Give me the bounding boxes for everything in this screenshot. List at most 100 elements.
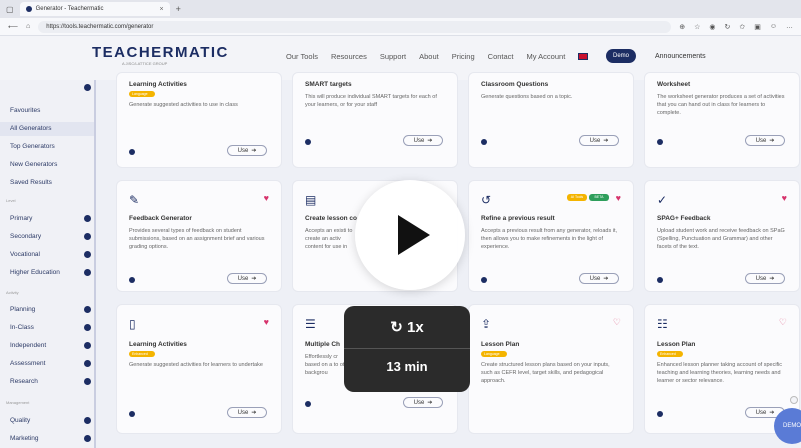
nav-our-tools[interactable]: Our Tools <box>286 52 318 61</box>
nav-contact[interactable]: Contact <box>488 52 514 61</box>
info-icon[interactable] <box>129 149 135 155</box>
info-icon[interactable] <box>657 411 663 417</box>
use-button[interactable]: Use ➔ <box>227 145 267 156</box>
sidebar-item-research[interactable]: Research <box>10 378 38 385</box>
generator-card[interactable]: Worksheet The worksheet generator produc… <box>644 72 800 168</box>
window-icon[interactable]: ▢ <box>6 5 14 14</box>
sidebar-item-top-generators[interactable]: Top Generators <box>10 143 55 150</box>
collections-icon[interactable]: ▣ <box>754 23 761 31</box>
generator-card[interactable]: ✓ ♥ SPAG+ Feedback Upload student work a… <box>644 180 800 292</box>
toggle-icon[interactable] <box>84 324 91 331</box>
favorites-icon[interactable]: ✩ <box>739 23 745 31</box>
new-tab-icon[interactable]: + <box>176 4 181 14</box>
sidebar-item-saved-results[interactable]: Saved Results <box>10 179 52 186</box>
info-icon[interactable] <box>129 411 135 417</box>
use-button[interactable]: Use ➔ <box>745 135 785 146</box>
info-icon[interactable] <box>657 277 663 283</box>
generator-card[interactable]: ↺ AI Tools BETA ♥ Refine a previous resu… <box>468 180 634 292</box>
sidebar-item-quality[interactable]: Quality <box>10 417 30 424</box>
video-info-panel[interactable]: ↻ 1x 13 min <box>344 306 470 392</box>
sidebar-item-higher-education[interactable]: Higher Education <box>10 269 60 276</box>
generator-card[interactable]: SMART targets This will produce individu… <box>292 72 458 168</box>
heart-icon[interactable]: ♡ <box>779 317 787 328</box>
use-button[interactable]: Use ➔ <box>227 407 267 418</box>
heart-icon[interactable]: ♥ <box>264 193 269 203</box>
sidebar-item-all-generators[interactable]: All Generators <box>0 122 94 136</box>
profile-icon[interactable]: ☺ <box>770 23 777 31</box>
collapse-icon[interactable] <box>84 84 91 91</box>
sidebar-item-assessment[interactable]: Assessment <box>10 360 45 367</box>
use-button[interactable]: Use ➔ <box>745 273 785 284</box>
use-button[interactable]: Use ➔ <box>579 273 619 284</box>
nav-resources[interactable]: Resources <box>331 52 367 61</box>
toggle-icon[interactable] <box>84 306 91 313</box>
info-icon[interactable] <box>481 277 487 283</box>
info-icon[interactable] <box>129 277 135 283</box>
sidebar-item-new-generators[interactable]: New Generators <box>10 161 57 168</box>
announcements-link[interactable]: Announcements <box>655 53 706 60</box>
toggle-icon[interactable] <box>84 417 91 424</box>
list-icon: ☰ <box>305 317 316 331</box>
play-button[interactable] <box>355 180 465 290</box>
heart-icon[interactable]: ♡ <box>613 317 621 328</box>
generator-card[interactable]: ▯ ♥ Learning Activities Enhanced Generat… <box>116 304 282 434</box>
toggle-icon[interactable] <box>84 233 91 240</box>
use-button[interactable]: Use ➔ <box>227 273 267 284</box>
url-field[interactable]: https://tools.teachermatic.com/generator <box>38 20 672 33</box>
nav-support[interactable]: Support <box>380 52 406 61</box>
card-description: Accepts an existi to create an activ con… <box>305 228 353 250</box>
playback-speed[interactable]: ↻ 1x <box>344 318 470 336</box>
info-icon[interactable] <box>305 139 311 145</box>
toggle-icon[interactable] <box>84 360 91 367</box>
info-icon[interactable] <box>657 139 663 145</box>
generator-card[interactable]: Learning Activities Language Generate su… <box>116 72 282 168</box>
address-bar: ⟵ ⌂ https://tools.teachermatic.com/gener… <box>0 18 801 36</box>
sidebar-item-secondary[interactable]: Secondary <box>10 233 41 240</box>
toggle-icon[interactable] <box>84 342 91 349</box>
toggle-icon[interactable] <box>84 269 91 276</box>
more-icon[interactable]: … <box>786 23 793 31</box>
heart-icon[interactable]: ♥ <box>782 193 787 203</box>
use-button[interactable]: Use ➔ <box>403 397 443 408</box>
star-icon[interactable]: ☆ <box>694 23 700 31</box>
heart-icon[interactable]: ♥ <box>616 193 621 203</box>
heart-icon[interactable]: ♥ <box>264 317 269 327</box>
scroll-handle[interactable] <box>790 396 798 404</box>
toggle-icon[interactable] <box>84 215 91 222</box>
arrow-right-icon: ➔ <box>251 410 257 416</box>
toggle-icon[interactable] <box>84 378 91 385</box>
close-icon[interactable]: × <box>159 6 163 13</box>
check-icon: ✓ <box>657 193 668 207</box>
demo-button[interactable]: Demo <box>606 49 636 63</box>
toggle-icon[interactable] <box>84 435 91 442</box>
sidebar-item-primary[interactable]: Primary <box>10 215 32 222</box>
info-icon[interactable] <box>481 139 487 145</box>
back-icon[interactable]: ⟵ <box>8 23 18 31</box>
sidebar-item-independent[interactable]: Independent <box>10 342 46 349</box>
nav-my-account[interactable]: My Account <box>527 52 566 61</box>
refresh-icon[interactable]: ↻ <box>724 23 730 31</box>
logo[interactable]: TEACHERMATIC A JISC/LATTICE GROUP <box>92 44 229 66</box>
extension-icon[interactable]: ◉ <box>709 23 715 31</box>
browser-tab[interactable]: Generator - Teachermatic × <box>19 2 170 16</box>
sidebar-item-favourites[interactable]: Favourites <box>10 107 40 114</box>
generator-card[interactable]: Classroom Questions Generate questions b… <box>468 72 634 168</box>
sidebar-item-in-class[interactable]: In-Class <box>10 324 34 331</box>
toggle-icon[interactable] <box>84 251 91 258</box>
demo-fab-button[interactable]: DEMO <box>774 408 801 444</box>
nav-about[interactable]: About <box>419 52 439 61</box>
use-button[interactable]: Use ➔ <box>403 135 443 146</box>
generator-card[interactable]: ⇪ ♡ Lesson Plan Language Create structur… <box>468 304 634 434</box>
undo-icon: ↺ <box>481 193 492 207</box>
flag-icon[interactable] <box>578 53 589 60</box>
nav-pricing[interactable]: Pricing <box>452 52 475 61</box>
info-icon[interactable] <box>305 401 311 407</box>
sidebar-item-planning[interactable]: Planning <box>10 306 35 313</box>
zoom-icon[interactable]: ⊕ <box>679 23 685 31</box>
generator-card[interactable]: ✎ ♥ Feedback Generator Provides several … <box>116 180 282 292</box>
use-label: Use <box>755 275 767 282</box>
sidebar-item-marketing[interactable]: Marketing <box>10 435 39 442</box>
home-icon[interactable]: ⌂ <box>26 23 30 30</box>
use-button[interactable]: Use ➔ <box>579 135 619 146</box>
sidebar-item-vocational[interactable]: Vocational <box>10 251 40 258</box>
